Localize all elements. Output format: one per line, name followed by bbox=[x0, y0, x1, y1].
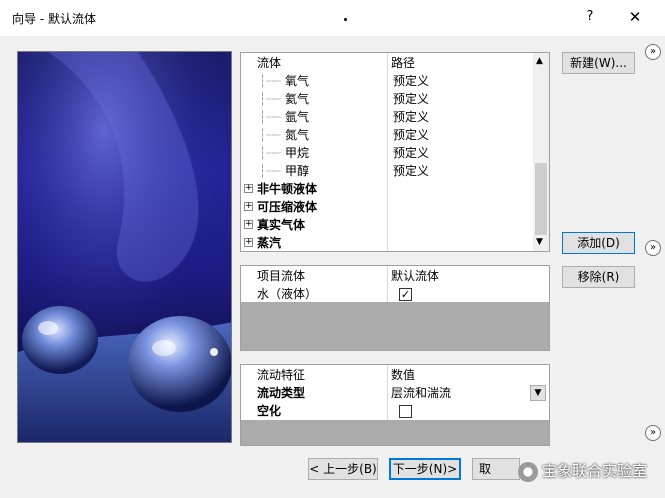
flow-type-dropdown-icon[interactable]: ▼ bbox=[530, 385, 546, 401]
wechat-logo-icon: ● bbox=[518, 462, 538, 482]
fluid-row-helium[interactable]: ┆┈┈ 氦气 预定义 bbox=[241, 90, 531, 108]
fluids-tree-panel[interactable]: 流体 路径 ┆┈┈ 氧气 预定义 ┆┈┈ 氦气 预定义 ┆┈┈ 氩气 预定义 ┆… bbox=[240, 52, 550, 252]
group-label: 可压缩液体 bbox=[257, 200, 318, 214]
watermark-text: 宝象联合实验室 bbox=[542, 462, 648, 480]
fluids-scrollbar[interactable]: ▲ ▼ bbox=[533, 53, 549, 251]
project-fluid-name: 水（液体） bbox=[257, 287, 318, 301]
fluid-column-header: 流体 bbox=[257, 56, 282, 70]
expand-icon[interactable]: + bbox=[244, 238, 253, 247]
fluid-name: 氮气 bbox=[285, 128, 310, 142]
fluid-path: 预定义 bbox=[393, 110, 430, 124]
water-droplets-image bbox=[18, 52, 231, 442]
cavitation-row[interactable]: 空化 bbox=[241, 402, 549, 420]
expand-icon[interactable]: + bbox=[244, 220, 253, 229]
fluid-group-real-gas[interactable]: + 真实气体 bbox=[241, 216, 531, 234]
flow-type-label: 流动类型 bbox=[257, 386, 306, 400]
default-fluid-column-header: 默认流体 bbox=[391, 269, 440, 283]
project-fluid-row[interactable]: 水（液体） ✓ bbox=[241, 285, 549, 303]
scroll-down-icon[interactable]: ▼ bbox=[536, 237, 543, 247]
fluid-row-nitrogen[interactable]: ┆┈┈ 氮气 预定义 bbox=[241, 126, 531, 144]
flow-type-row[interactable]: 流动类型 层流和湍流 ▼ bbox=[241, 384, 549, 402]
cavitation-label: 空化 bbox=[257, 404, 282, 418]
fluid-group-non-newtonian[interactable]: + 非牛顿液体 bbox=[241, 180, 531, 198]
value-column-header: 数值 bbox=[391, 368, 416, 382]
flow-characteristics-panel[interactable]: 流动特征 数值 流动类型 层流和湍流 ▼ 空化 bbox=[240, 364, 550, 446]
path-column-header: 路径 bbox=[391, 56, 416, 70]
fluid-name: 氦气 bbox=[285, 92, 310, 106]
fluid-row-methane[interactable]: ┆┈┈ 甲烷 预定义 bbox=[241, 144, 531, 162]
wizard-window: 向导 - 默认流体 ? ✕ 流体 路径 ┆┈┈ 氧气 预定义 ┆┈┈ 氦气 预定… bbox=[0, 0, 665, 498]
fluid-row-argon[interactable]: ┆┈┈ 氩气 预定义 bbox=[241, 108, 531, 126]
add-button[interactable]: 添加(D) bbox=[562, 232, 635, 254]
title-bar: 向导 - 默认流体 ? ✕ bbox=[0, 0, 665, 36]
flow-type-value[interactable]: 层流和湍流 bbox=[391, 384, 451, 402]
expand-chevron-icon[interactable]: » bbox=[645, 44, 661, 60]
wizard-image bbox=[17, 51, 232, 443]
fluid-row-oxygen[interactable]: ┆┈┈ 氧气 预定义 bbox=[241, 72, 531, 90]
project-fluids-header: 项目流体 默认流体 bbox=[241, 267, 549, 285]
fluid-name: 甲烷 bbox=[285, 146, 310, 160]
flow-characteristic-column-header: 流动特征 bbox=[257, 368, 306, 382]
cancel-button[interactable]: 取 bbox=[472, 458, 520, 480]
expand-chevron-icon[interactable]: » bbox=[645, 425, 661, 441]
fluid-path: 预定义 bbox=[393, 164, 430, 178]
fluid-group-compressible[interactable]: + 可压缩液体 bbox=[241, 198, 531, 216]
fluid-path: 预定义 bbox=[393, 74, 430, 88]
fluid-name: 甲醇 bbox=[285, 164, 310, 178]
new-button[interactable]: 新建(W)... bbox=[562, 52, 635, 74]
fluid-path: 预定义 bbox=[393, 92, 430, 106]
fluid-path: 预定义 bbox=[393, 146, 430, 160]
fluid-group-steam[interactable]: + 蒸汽 bbox=[241, 234, 531, 252]
group-label: 非牛顿液体 bbox=[257, 182, 318, 196]
fluid-row-methanol[interactable]: ┆┈┈ 甲醇 预定义 bbox=[241, 162, 531, 180]
scrollbar-thumb[interactable] bbox=[535, 163, 547, 235]
window-title: 向导 - 默认流体 bbox=[12, 12, 96, 26]
fluid-path: 预定义 bbox=[393, 128, 430, 142]
scroll-up-icon[interactable]: ▲ bbox=[536, 56, 543, 66]
help-button[interactable]: ? bbox=[580, 6, 600, 28]
previous-button[interactable]: < 上一步(B) bbox=[308, 458, 378, 480]
fluids-header: 流体 路径 bbox=[241, 54, 531, 72]
expand-icon[interactable]: + bbox=[244, 184, 253, 193]
fluid-name: 氩气 bbox=[285, 110, 310, 124]
group-label: 蒸汽 bbox=[257, 236, 282, 250]
remove-button[interactable]: 移除(R) bbox=[562, 266, 635, 288]
flow-header: 流动特征 数值 bbox=[241, 366, 549, 384]
close-button[interactable]: ✕ bbox=[622, 6, 648, 28]
expand-chevron-icon[interactable]: » bbox=[645, 240, 661, 256]
next-button[interactable]: 下一步(N)> bbox=[389, 458, 461, 480]
project-fluid-column-header: 项目流体 bbox=[257, 269, 306, 283]
expand-icon[interactable]: + bbox=[244, 202, 253, 211]
group-label: 真实气体 bbox=[257, 218, 306, 232]
fluid-name: 氧气 bbox=[285, 74, 310, 88]
project-fluids-panel[interactable]: 项目流体 默认流体 水（液体） ✓ bbox=[240, 265, 550, 351]
cavitation-checkbox[interactable] bbox=[399, 405, 412, 418]
default-fluid-checkbox[interactable]: ✓ bbox=[399, 288, 412, 301]
title-bar-dot bbox=[344, 18, 347, 21]
